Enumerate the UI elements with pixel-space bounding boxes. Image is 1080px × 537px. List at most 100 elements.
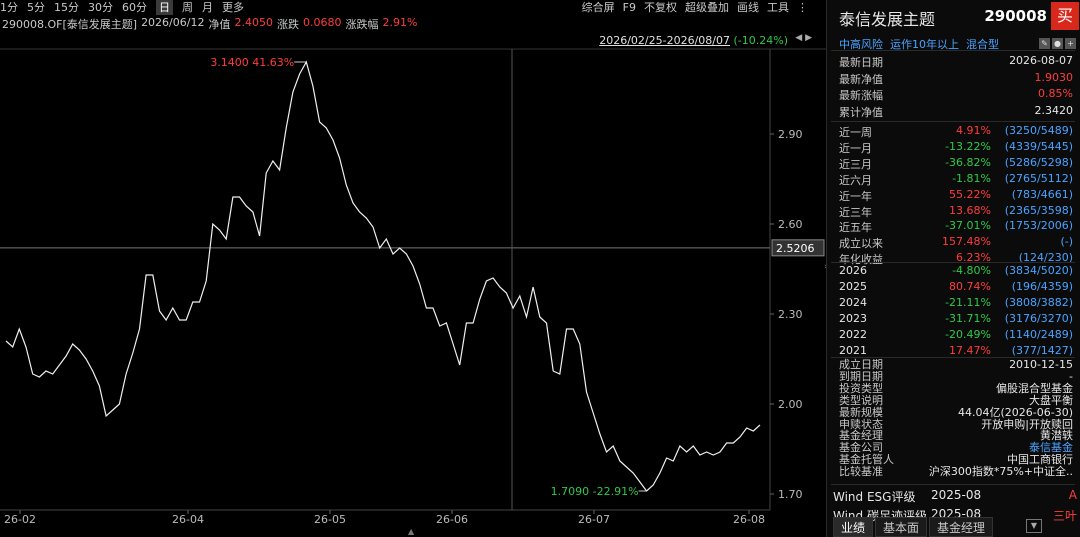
fund-header: 泰信发展主题 290008 买 (827, 0, 1080, 32)
row-value: 2010-12-15 (1009, 358, 1073, 371)
row-label: 最新日期 (839, 56, 883, 69)
row-value: 偏股混合型基金 (996, 381, 1073, 395)
row-label: 最新涨幅 (839, 89, 883, 102)
row-label: 近五年 (839, 221, 872, 235)
esg-date: 2025-08 (931, 488, 982, 502)
x-tick-label: 26-06 (436, 513, 468, 526)
panel-tools: ✎ ● + (1037, 38, 1076, 49)
row-rank: (3808/3882) (1004, 295, 1073, 309)
row-return: -13.22% (945, 139, 991, 153)
expand-up-icon[interactable]: ▲ (408, 527, 414, 536)
row-label: 近三月 (839, 157, 872, 171)
nav-series-line (5, 60, 761, 492)
row-value: 2026-08-07 (1009, 54, 1073, 67)
detail-row: 最新规模 44.04亿(2026-06-30) (839, 405, 1073, 419)
tab-基金经理[interactable]: 基金经理 (929, 517, 994, 537)
row-label: 近一周 (839, 126, 872, 139)
row-label: 2025 (839, 279, 867, 293)
edit-icon[interactable]: ✎ (1039, 38, 1050, 49)
pin-icon[interactable]: ● (1052, 38, 1063, 49)
nav-line-chart[interactable]: 2.90 2.60 2.30 2.00 1.70 26-02 26-04 26-05 26-06… (0, 0, 826, 537)
period-row: 近三年 13.68% (2365/3598) (839, 204, 1073, 220)
row-value: 0.85% (1038, 87, 1073, 100)
period-row: 近一月 -13.22% (4339/5445) (839, 140, 1073, 156)
row-label: 累计净值 (839, 105, 883, 119)
row-label: 2026 (839, 264, 867, 277)
row-rank: (5286/5298) (1004, 155, 1073, 169)
fund-name: 泰信发展主题 (839, 10, 936, 29)
y-tick-label: 1.70 (778, 488, 803, 501)
fund-info-panel: 泰信发展主题 290008 买 中高风险 运作10年以上 混合型 ✎ ● + 最新日… (826, 0, 1080, 537)
row-return: -20.49% (945, 327, 991, 341)
latest-row: 最新净值 1.9030 (839, 71, 1073, 87)
max-label: 3.1400 41.63% (210, 56, 294, 69)
period-row: 近六月 -1.81% (2765/5112) (839, 172, 1073, 188)
row-rank: (-) (1060, 235, 1073, 249)
row-return: -31.71% (945, 311, 991, 325)
crosshair-value: 2.5206 (776, 242, 815, 255)
row-label: 2022 (839, 327, 867, 341)
year-row: 2023 -31.71% (3176/3270) (839, 312, 1073, 328)
fund-code: 290008 (984, 7, 1047, 25)
row-rank: (1753/2006) (1004, 219, 1073, 233)
row-value: 大盘平衡 (1029, 393, 1073, 407)
row-return: -21.11% (945, 295, 991, 309)
esg-grade: 三叶 (1052, 509, 1077, 523)
period-row: 近五年 -37.01% (1753/2006) (839, 219, 1073, 235)
row-return: -4.80% (952, 264, 991, 277)
row-rank: (2365/3598) (1004, 203, 1073, 217)
latest-row: 最新日期 2026-08-07 (839, 54, 1073, 70)
divider (831, 484, 1075, 485)
row-rank: (3834/5020) (1004, 264, 1073, 277)
row-rank: (3250/5489) (1004, 124, 1073, 137)
latest-row: 累计净值 2.3420 (839, 104, 1073, 120)
row-label: 成立以来 (839, 237, 883, 251)
row-value: 沪深300指数*75%+中证全.. (928, 465, 1073, 479)
row-return: -1.81% (952, 171, 991, 185)
year-row: 2025 80.74% (196/4359) (839, 280, 1073, 296)
x-tick-label: 26-08 (733, 513, 765, 526)
bottom-tabs: 业绩 基本面 基金经理 (833, 517, 995, 537)
tab-业绩[interactable]: 业绩 (833, 517, 874, 537)
row-rank: (1140/2489) (1004, 327, 1073, 341)
row-label: 近一年 (839, 189, 872, 203)
buy-button[interactable]: 买 (1051, 2, 1079, 30)
row-label: 最新净值 (839, 72, 883, 86)
row-return: -36.82% (945, 155, 991, 169)
esg-label: Wind ESG评级 (833, 490, 916, 504)
row-rank: (4339/5445) (1004, 139, 1073, 153)
esg-grade: A (1068, 488, 1077, 502)
row-return: 157.48% (942, 235, 991, 249)
tab-基本面[interactable]: 基本面 (875, 517, 928, 537)
period-row: 近一周 4.91% (3250/5489) (839, 124, 1073, 140)
row-label: 2021 (839, 343, 867, 357)
row-value: 1.9030 (1034, 70, 1074, 84)
x-tick-label: 26-04 (172, 513, 204, 526)
row-rank: (783/4661) (1011, 187, 1073, 201)
x-tick-label: 26-07 (578, 513, 610, 526)
x-tick-label: 26-02 (4, 513, 36, 526)
detail-row: 比较基准 沪深300指数*75%+中证全.. (839, 466, 1073, 478)
row-label: 2024 (839, 295, 867, 309)
chevron-down-icon[interactable]: ▼ (1026, 519, 1042, 533)
row-return: 80.74% (949, 279, 991, 293)
divider (831, 50, 1075, 51)
row-label: 类型说明 (839, 393, 883, 407)
period-row: 成立以来 157.48% (-) (839, 235, 1073, 251)
detail-row: 类型说明 大盘平衡 (839, 393, 1073, 407)
row-rank: (2765/5112) (1004, 171, 1073, 185)
add-icon[interactable]: + (1065, 38, 1076, 49)
row-value: 44.04亿(2026-06-30) (957, 405, 1073, 419)
row-label: 最新规模 (839, 405, 883, 419)
period-row: 近三月 -36.82% (5286/5298) (839, 156, 1073, 172)
row-rank: (196/4359) (1011, 279, 1073, 293)
y-tick-label: 2.90 (778, 128, 803, 141)
row-label: 2023 (839, 311, 867, 325)
y-tick-label: 2.00 (778, 398, 803, 411)
detail-row: 投资类型 偏股混合型基金 (839, 381, 1073, 395)
row-rank: (3176/3270) (1004, 311, 1073, 325)
divider (831, 121, 1075, 122)
period-row: 近一年 55.22% (783/4661) (839, 188, 1073, 204)
row-return: 13.68% (949, 203, 991, 217)
row-return: 17.47% (949, 343, 991, 357)
